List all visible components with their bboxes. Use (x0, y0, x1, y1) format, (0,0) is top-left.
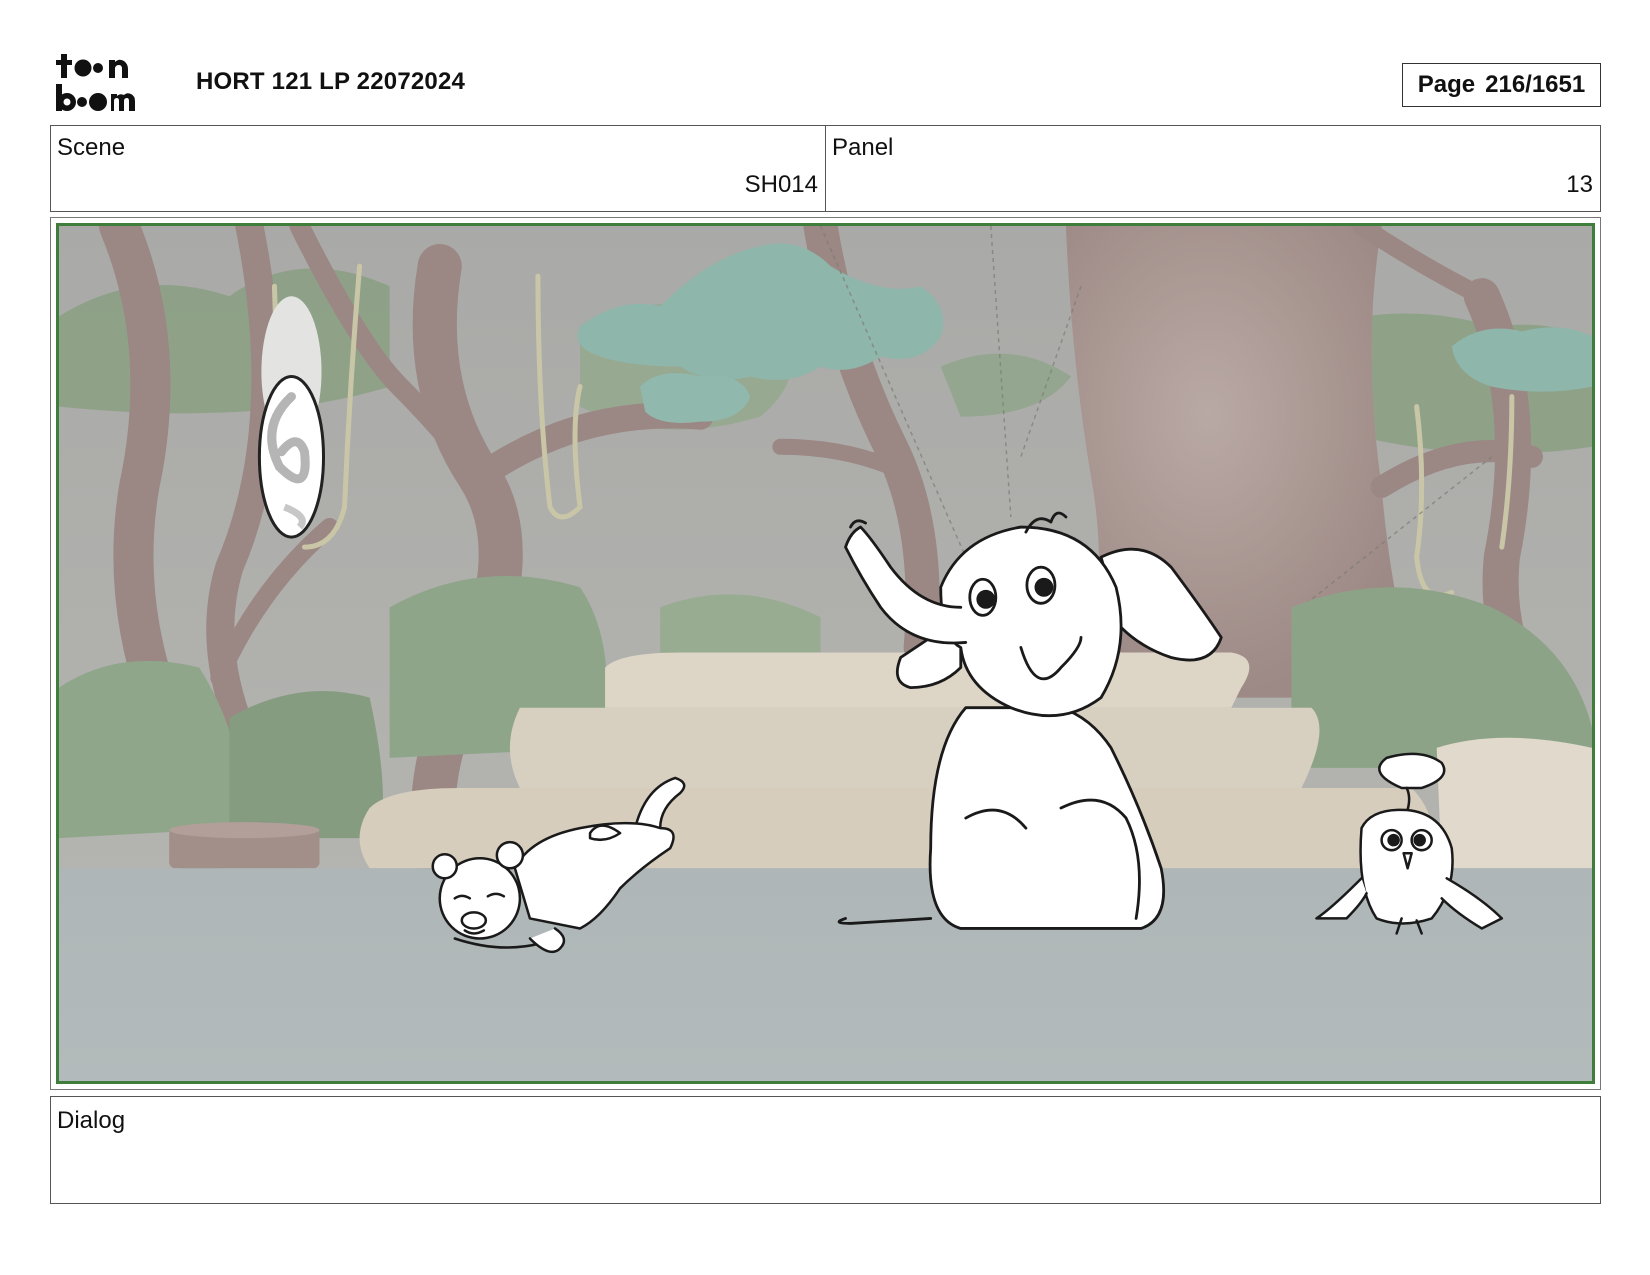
dialog-label: Dialog (57, 1107, 126, 1134)
page-label: Page (1417, 71, 1476, 98)
document-title: HORT 121 LP 22072024 (196, 68, 466, 95)
panel-value: 13 (1566, 171, 1593, 198)
scene-panel-row: Scene SH014 Panel 13 (50, 125, 1601, 212)
toonboom-logo (56, 54, 135, 111)
panel-label: Panel (832, 134, 894, 161)
panel-cell: Panel 13 (825, 126, 1600, 211)
storyboard-frame (50, 217, 1601, 1090)
panel-image (56, 223, 1595, 1084)
page-number: 216/1651 (1485, 71, 1586, 98)
scene-cell: Scene SH014 (51, 126, 825, 211)
scene-value: SH014 (744, 171, 818, 198)
dialog-box: Dialog (50, 1096, 1601, 1204)
page-indicator: Page 216/1651 (1402, 63, 1601, 107)
scene-label: Scene (57, 134, 126, 161)
